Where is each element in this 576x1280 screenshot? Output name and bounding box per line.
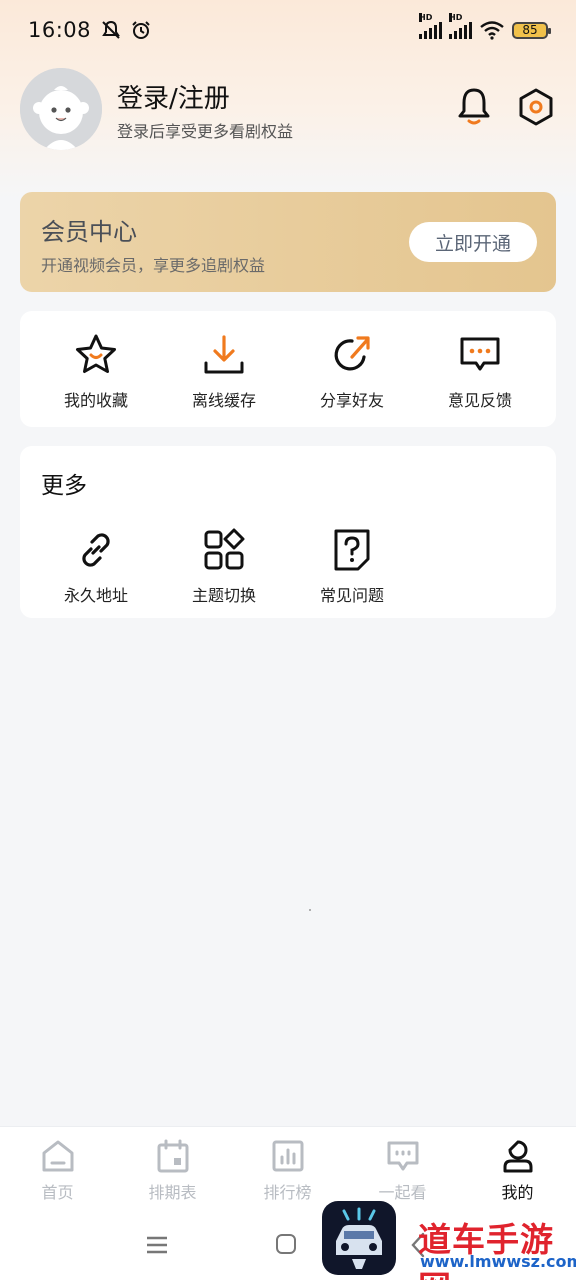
user-icon <box>503 1140 532 1173</box>
theme-switch-button[interactable]: 主题切换 <box>169 528 279 606</box>
permanent-address-button[interactable]: 永久地址 <box>41 528 151 606</box>
permanent-address-label: 永久地址 <box>63 586 128 605</box>
share-friends-label: 分享好友 <box>319 391 384 410</box>
feedback-button[interactable]: 意见反馈 <box>425 333 535 411</box>
feedback-label: 意见反馈 <box>447 391 512 410</box>
avatar[interactable] <box>20 68 102 150</box>
offline-cache-label: 离线缓存 <box>191 391 256 410</box>
watermark-logo <box>322 1201 396 1275</box>
content-dot <box>309 909 311 911</box>
profile-header: 登录/注册 登录后享受更多看剧权益 <box>20 68 556 152</box>
favorites-button[interactable]: 我的收藏 <box>41 333 151 411</box>
faq-label: 常见问题 <box>319 586 384 605</box>
home-nav-icon[interactable] <box>276 1234 296 1254</box>
tab-mine-label: 我的 <box>501 1183 534 1202</box>
star-icon <box>76 334 116 373</box>
recent-apps-icon[interactable] <box>146 1236 168 1254</box>
home-icon <box>42 1140 73 1172</box>
feedback-icon <box>460 337 500 371</box>
theme-switch-label: 主题切换 <box>191 586 256 605</box>
signal-1-icon: HD <box>419 13 442 39</box>
login-title[interactable]: 登录/注册 <box>117 78 230 115</box>
battery-indicator: 85 <box>512 21 551 39</box>
share-friends-button[interactable]: 分享好友 <box>297 333 407 411</box>
more-title: 更多 <box>41 473 87 499</box>
bell-muted-icon <box>102 20 120 39</box>
calendar-icon <box>157 1139 188 1173</box>
more-card: 更多 永久地址 主题切换 常见问题 <box>20 446 556 618</box>
bottom-tab-bar: 首页 排期表 排行榜 一起看 我的 <box>0 1126 576 1210</box>
bell-icon[interactable] <box>456 86 492 126</box>
ranking-icon <box>272 1140 303 1172</box>
status-time: 16:08 <box>28 18 92 42</box>
favorites-label: 我的收藏 <box>63 391 128 410</box>
tab-watch-together[interactable]: 一起看 <box>345 1139 460 1203</box>
activate-vip-button[interactable]: 立即开通 <box>409 222 537 262</box>
quick-actions-card: 我的收藏 离线缓存 分享好友 意见反馈 <box>20 311 556 427</box>
watermark-url: www.lmwwsz.com <box>420 1252 576 1271</box>
tab-mine[interactable]: 我的 <box>460 1139 575 1203</box>
tab-home-label: 首页 <box>41 1183 74 1202</box>
link-icon <box>82 533 110 567</box>
tab-watch-together-label: 一起看 <box>378 1183 427 1202</box>
download-icon <box>204 335 244 374</box>
tab-schedule[interactable]: 排期表 <box>115 1139 230 1203</box>
vip-subtitle: 开通视频会员，享更多追剧权益 <box>41 256 266 275</box>
offline-cache-button[interactable]: 离线缓存 <box>169 333 279 411</box>
login-subtitle: 登录后享受更多看剧权益 <box>117 122 294 141</box>
status-bar: 16:08 HD HD 85 <box>0 0 576 60</box>
tab-ranking[interactable]: 排行榜 <box>230 1139 345 1203</box>
faq-button[interactable]: 常见问题 <box>297 528 407 606</box>
alarm-icon <box>132 21 150 39</box>
tab-home[interactable]: 首页 <box>0 1139 115 1203</box>
wifi-icon <box>480 21 504 40</box>
tab-ranking-label: 排行榜 <box>263 1183 312 1202</box>
settings-icon[interactable] <box>518 88 554 126</box>
vip-center-card[interactable]: 会员中心 开通视频会员，享更多追剧权益 立即开通 <box>20 192 556 292</box>
faq-icon <box>334 529 370 571</box>
share-icon <box>334 336 370 371</box>
chat-icon <box>387 1141 418 1171</box>
vip-title: 会员中心 <box>41 218 137 246</box>
theme-icon <box>204 528 245 570</box>
tab-schedule-label: 排期表 <box>148 1183 197 1202</box>
signal-2-icon: HD <box>449 13 472 39</box>
